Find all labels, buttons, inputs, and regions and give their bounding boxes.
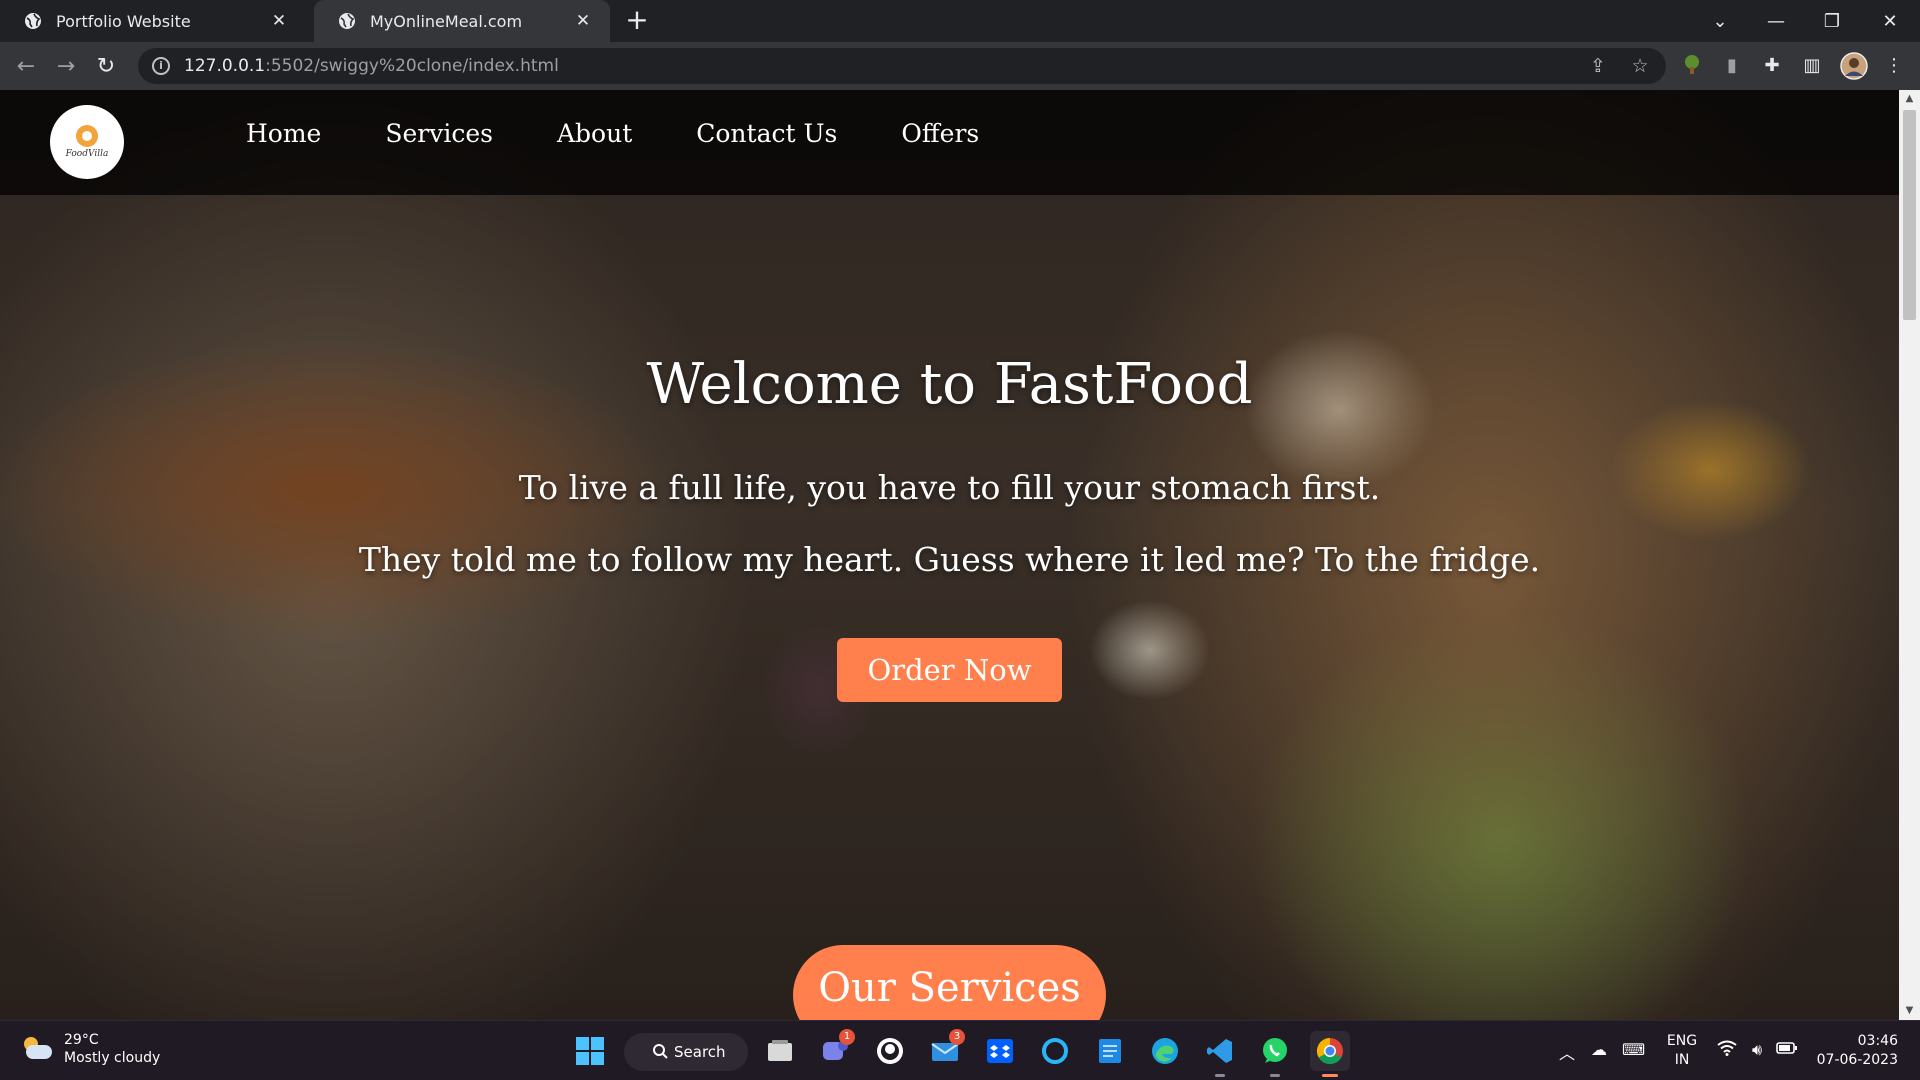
logo-mark-icon (76, 125, 98, 147)
close-tab-icon[interactable]: ✕ (268, 11, 290, 31)
tab-portfolio-website[interactable]: Portfolio Website ✕ (0, 0, 306, 42)
taskbar-search[interactable]: Search (624, 1033, 748, 1071)
logo-text: FoodVilla (65, 149, 109, 159)
edge-browser-icon[interactable] (1145, 1031, 1185, 1071)
cortana-ring-icon[interactable] (1035, 1031, 1075, 1071)
tab-search-chevron-icon[interactable]: ⌄ (1700, 0, 1740, 42)
nav-offers[interactable]: Offers (901, 118, 979, 150)
scroll-down-arrow-icon[interactable]: ▼ (1899, 1002, 1920, 1020)
start-button[interactable] (570, 1031, 610, 1071)
clock-time: 03:46 (1857, 1033, 1898, 1049)
share-icon[interactable]: ⇪ (1586, 54, 1610, 78)
tab-myonlinemeal[interactable]: MyOnlineMeal.com ✕ (314, 0, 610, 42)
show-hidden-icons-chevron-icon[interactable]: ︿ (1556, 1040, 1578, 1064)
close-tab-icon[interactable]: ✕ (572, 11, 594, 31)
github-desktop-icon[interactable] (870, 1031, 910, 1071)
nav-services[interactable]: Services (385, 118, 493, 150)
clock[interactable]: 03:46 07-06-2023 (1808, 1032, 1898, 1070)
scroll-up-arrow-icon[interactable]: ▲ (1899, 90, 1920, 108)
vscode-icon[interactable] (1200, 1031, 1240, 1077)
weather-widget[interactable]: 29°C Mostly cloudy (20, 1031, 160, 1067)
tab-title: MyOnlineMeal.com (370, 11, 523, 31)
reload-button[interactable]: ↻ (90, 50, 122, 82)
partly-cloudy-icon (20, 1037, 52, 1061)
volume-icon[interactable]: 🔊︎ (1746, 1040, 1768, 1060)
wifi-icon[interactable] (1716, 1040, 1738, 1060)
site-navbar: FoodVilla Home Services About Contact Us… (0, 90, 1899, 195)
address-bar[interactable]: i 127.0.0.1:5502/swiggy%20clone/index.ht… (138, 48, 1666, 84)
whatsapp-icon[interactable] (1255, 1031, 1295, 1077)
weather-temperature: 29°C (64, 1032, 99, 1048)
globe-icon (339, 13, 355, 29)
extensions-puzzle-icon[interactable]: ✚ (1760, 54, 1784, 78)
tab-title: Portfolio Website (56, 11, 191, 31)
profile-avatar[interactable] (1840, 52, 1868, 80)
browser-tabstrip: Portfolio Website ✕ MyOnlineMeal.com ✕ +… (0, 0, 1920, 42)
bookmark-star-icon[interactable]: ☆ (1628, 54, 1652, 78)
weather-condition: Mostly cloudy (64, 1050, 161, 1066)
hero-tagline-1: To live a full life, you have to fill yo… (518, 468, 1381, 507)
language-code: ENG (1666, 1033, 1698, 1049)
running-indicator (1215, 1074, 1225, 1077)
teams-badge: 1 (839, 1029, 855, 1045)
windows-taskbar: 29°C Mostly cloudy Search 1 3 ︿ ☁ ⌨ ENG … (0, 1020, 1920, 1080)
running-indicator (1270, 1074, 1280, 1077)
minimize-button[interactable]: — (1756, 0, 1796, 42)
site-logo[interactable]: FoodVilla (50, 105, 124, 179)
search-label: Search (674, 1043, 726, 1061)
windows-logo-icon (576, 1037, 604, 1065)
url-host: 127.0.0.1 (184, 56, 266, 76)
onedrive-cloud-icon[interactable]: ☁ (1588, 1040, 1610, 1059)
side-panel-icon[interactable]: ▥ (1800, 54, 1824, 78)
extension-bottle-icon[interactable]: ▮ (1720, 54, 1744, 78)
teams-chat-icon[interactable]: 1 (815, 1029, 855, 1071)
close-window-button[interactable]: ✕ (1870, 0, 1910, 42)
hero-title: Welcome to FastFood (646, 352, 1253, 417)
nav-home[interactable]: Home (246, 118, 321, 150)
nav-links: Home Services About Contact Us Offers (246, 118, 1043, 150)
nav-about[interactable]: About (557, 118, 632, 150)
task-view-icon[interactable] (760, 1031, 800, 1071)
hero-tagline-2: They told me to follow my heart. Guess w… (358, 540, 1541, 579)
our-services-heading: Our Services (793, 945, 1106, 1020)
forward-button[interactable]: → (50, 50, 82, 82)
site-info-icon[interactable]: i (152, 57, 170, 75)
browser-toolbar: ← → ↻ i 127.0.0.1:5502/swiggy%20clone/in… (0, 42, 1920, 90)
active-indicator (1322, 1074, 1338, 1077)
browser-menu-icon[interactable]: ⋮ (1882, 54, 1906, 78)
chrome-icon[interactable] (1310, 1031, 1350, 1077)
search-icon (653, 1044, 668, 1059)
dropbox-icon[interactable] (980, 1031, 1020, 1071)
keyboard-icon[interactable]: ⌨ (1622, 1040, 1645, 1059)
url-path: :5502/swiggy%20clone/index.html (265, 56, 559, 76)
extension-tree-icon[interactable] (1680, 54, 1704, 78)
mail-badge: 3 (949, 1029, 965, 1045)
clock-date: 07-06-2023 (1816, 1052, 1898, 1068)
restore-button[interactable]: ❐ (1812, 0, 1852, 42)
language-indicator[interactable]: ENG IN (1662, 1032, 1702, 1070)
mail-icon[interactable]: 3 (925, 1029, 965, 1071)
globe-icon (25, 13, 41, 29)
page-viewport: FoodVilla Home Services About Contact Us… (0, 90, 1899, 1020)
page-scrollbar[interactable]: ▲ ▼ (1899, 90, 1920, 1020)
battery-icon[interactable] (1776, 1040, 1798, 1059)
scrollbar-thumb[interactable] (1903, 110, 1916, 320)
back-button[interactable]: ← (10, 50, 42, 82)
nav-contact-us[interactable]: Contact Us (696, 118, 837, 150)
notepad-app-icon[interactable] (1090, 1031, 1130, 1071)
region-code: IN (1674, 1052, 1690, 1068)
order-now-button[interactable]: Order Now (837, 638, 1062, 702)
new-tab-button[interactable]: + (622, 6, 652, 36)
